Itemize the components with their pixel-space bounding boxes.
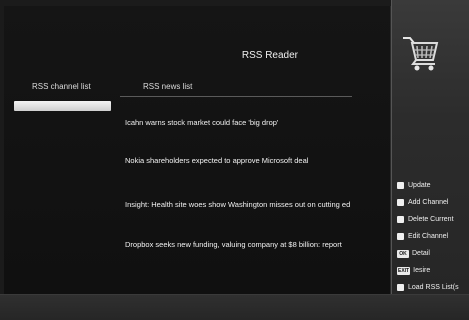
menu-item-label: Update [408, 182, 431, 189]
load-rss-list-button[interactable]: Load RSS List(s [397, 282, 469, 293]
exit-button[interactable]: EXIT Iesire [397, 265, 469, 276]
news-list-header: RSS news list [143, 82, 193, 91]
news-item[interactable]: Icahn warns stock market could face 'big… [125, 118, 383, 127]
edit-channel-button[interactable]: Edit Channel [397, 231, 469, 242]
bottom-bar [0, 294, 469, 320]
page-title: RSS Reader [241, 50, 298, 61]
news-item[interactable]: Dropbox seeks new funding, valuing compa… [125, 240, 383, 249]
exit-key-icon: EXIT [397, 266, 411, 275]
delete-current-button[interactable]: Delete Current [397, 214, 469, 225]
menu-item-label: Add Channel [408, 199, 449, 206]
menu-item-label: Edit Channel [408, 233, 449, 240]
shopping-cart-icon [403, 37, 439, 71]
add-channel-button[interactable]: Add Channel [397, 197, 469, 208]
rss-reader-screen: RSS Reader RSS channel list RSS news lis… [0, 0, 469, 320]
menu-item-label: Iesire [413, 267, 431, 274]
news-item[interactable]: Nokia shareholders expected to approve M… [125, 156, 383, 165]
channel-list-header: RSS channel list [32, 82, 91, 91]
update-button[interactable]: Update [397, 180, 469, 191]
white-key-icon [397, 233, 404, 240]
white-key-icon [397, 284, 404, 291]
white-key-icon [397, 182, 404, 189]
menu-item-label: Delete Current [408, 216, 454, 223]
channel-item-selected[interactable] [14, 101, 111, 111]
detail-button[interactable]: OK Detail [397, 248, 469, 259]
white-key-icon [397, 199, 404, 206]
news-item[interactable]: Insight: Health site woes show Washingto… [125, 200, 383, 209]
ok-key-icon: OK [397, 249, 409, 258]
menu-item-label: Detail [412, 250, 430, 257]
channel-list [14, 101, 111, 281]
white-key-icon [397, 216, 404, 223]
news-list: Icahn warns stock market could face 'big… [120, 96, 382, 286]
news-header-divider [120, 96, 352, 97]
menu-item-label: Load RSS List(s [408, 284, 459, 291]
